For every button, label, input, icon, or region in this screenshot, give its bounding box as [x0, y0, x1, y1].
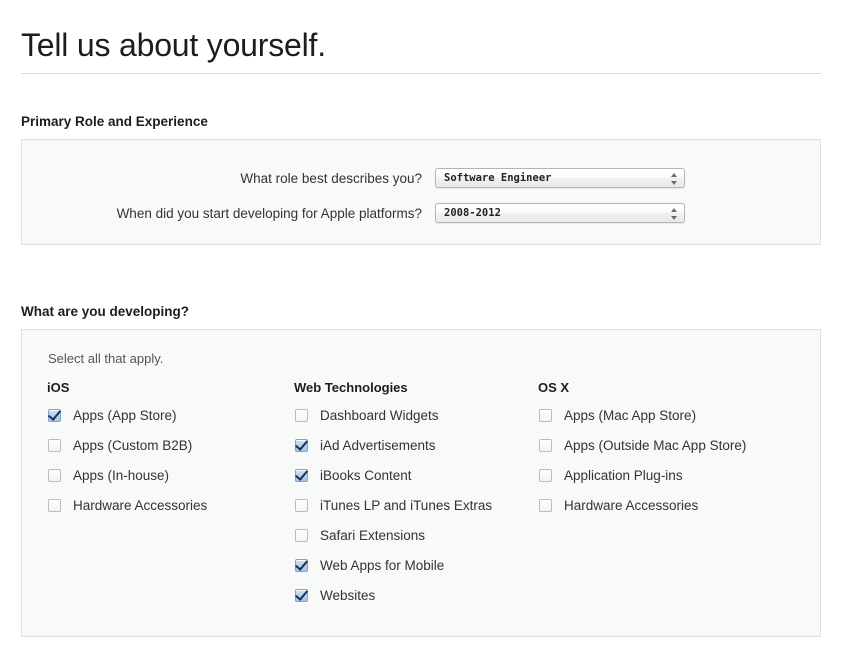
checkbox-icon[interactable]	[539, 469, 552, 482]
checkbox-label: Dashboard Widgets	[320, 408, 439, 423]
label-role: What role best describes you?	[240, 171, 422, 186]
checkbox-icon[interactable]	[539, 499, 552, 512]
checkbox-icon[interactable]	[295, 469, 308, 482]
checkbox-icon[interactable]	[295, 559, 308, 572]
role-select-box[interactable]: Software Engineer	[435, 168, 685, 188]
checkbox-label: iTunes LP and iTunes Extras	[320, 498, 493, 513]
role-select[interactable]: Software Engineer	[435, 168, 685, 188]
section-heading-primary-role: Primary Role and Experience	[21, 114, 208, 130]
section-heading-developing: What are you developing?	[21, 304, 190, 320]
checkbox-icon[interactable]	[295, 499, 308, 512]
select-all-hint: Select all that apply.	[48, 351, 164, 366]
checkbox-label: Apps (App Store)	[73, 408, 177, 423]
page-title: Tell us about yourself.	[21, 27, 326, 64]
start-year-select-box[interactable]: 2008-2012	[435, 203, 685, 223]
checkbox-row[interactable]: Dashboard Widgets	[294, 406, 539, 436]
checkbox-row[interactable]: Apps (In-house)	[47, 466, 292, 496]
checkbox-row[interactable]: Web Apps for Mobile	[294, 556, 539, 586]
form-row-start-year: When did you start developing for Apple …	[22, 203, 820, 225]
column-web-technologies: Web Technologies Dashboard Widgets iAd A…	[294, 380, 539, 616]
checkbox-label: Hardware Accessories	[564, 498, 699, 513]
checkbox-row[interactable]: Apps (Outside Mac App Store)	[538, 436, 808, 466]
role-select-value: Software Engineer	[444, 172, 552, 184]
checkbox-row[interactable]: Apps (Custom B2B)	[47, 436, 292, 466]
start-year-select[interactable]: 2008-2012	[435, 203, 685, 223]
start-year-select-value: 2008-2012	[444, 207, 501, 219]
signup-profile-page: Tell us about yourself. Primary Role and…	[0, 0, 841, 655]
checkbox-icon[interactable]	[539, 409, 552, 422]
checkbox-icon[interactable]	[295, 529, 308, 542]
checkbox-label: iAd Advertisements	[320, 438, 436, 453]
checkbox-row[interactable]: Safari Extensions	[294, 526, 539, 556]
checkbox-row[interactable]: iTunes LP and iTunes Extras	[294, 496, 539, 526]
checkbox-label: Application Plug-ins	[564, 468, 683, 483]
checkbox-icon[interactable]	[295, 589, 308, 602]
column-ios: iOS Apps (App Store) Apps (Custom B2B) A…	[47, 380, 292, 526]
checkbox-list-os-x: Apps (Mac App Store) Apps (Outside Mac A…	[538, 406, 808, 526]
checkbox-icon[interactable]	[295, 409, 308, 422]
checkbox-label: Apps (Mac App Store)	[564, 408, 697, 423]
checkbox-row[interactable]: iAd Advertisements	[294, 436, 539, 466]
checkbox-icon[interactable]	[48, 439, 61, 452]
column-title-os-x: OS X	[538, 380, 570, 395]
checkbox-row[interactable]: Websites	[294, 586, 539, 616]
stepper-arrows-icon	[670, 172, 679, 186]
checkbox-icon[interactable]	[48, 469, 61, 482]
developing-panel: Select all that apply. iOS Apps (App Sto…	[21, 329, 821, 637]
checkbox-row[interactable]: Hardware Accessories	[47, 496, 292, 526]
checkbox-row[interactable]: iBooks Content	[294, 466, 539, 496]
checkbox-icon[interactable]	[539, 439, 552, 452]
checkbox-icon[interactable]	[48, 499, 61, 512]
column-os-x: OS X Apps (Mac App Store) Apps (Outside …	[538, 380, 808, 526]
checkbox-icon[interactable]	[295, 439, 308, 452]
column-title-web-technologies: Web Technologies	[294, 380, 408, 395]
checkbox-list-ios: Apps (App Store) Apps (Custom B2B) Apps …	[47, 406, 292, 526]
checkbox-row[interactable]: Hardware Accessories	[538, 496, 808, 526]
column-title-ios: iOS	[47, 380, 70, 395]
primary-role-panel: What role best describes you? Software E…	[21, 139, 821, 245]
checkbox-row[interactable]: Apps (Mac App Store)	[538, 406, 808, 436]
title-divider	[21, 73, 821, 74]
checkbox-label: Hardware Accessories	[73, 498, 208, 513]
checkbox-label: Websites	[320, 588, 376, 603]
checkbox-label: Web Apps for Mobile	[320, 558, 445, 573]
checkbox-label: Apps (In-house)	[73, 468, 170, 483]
checkbox-row[interactable]: Application Plug-ins	[538, 466, 808, 496]
form-row-role: What role best describes you? Software E…	[22, 168, 820, 190]
label-start-year: When did you start developing for Apple …	[116, 206, 422, 221]
checkbox-label: Safari Extensions	[320, 528, 426, 543]
checkbox-label: Apps (Custom B2B)	[73, 438, 193, 453]
checkbox-row[interactable]: Apps (App Store)	[47, 406, 292, 436]
checkbox-label: iBooks Content	[320, 468, 412, 483]
developing-columns: iOS Apps (App Store) Apps (Custom B2B) A…	[22, 380, 820, 630]
checkbox-label: Apps (Outside Mac App Store)	[564, 438, 747, 453]
checkbox-list-web-technologies: Dashboard Widgets iAd Advertisements iBo…	[294, 406, 539, 616]
stepper-arrows-icon	[670, 207, 679, 221]
checkbox-icon[interactable]	[48, 409, 61, 422]
